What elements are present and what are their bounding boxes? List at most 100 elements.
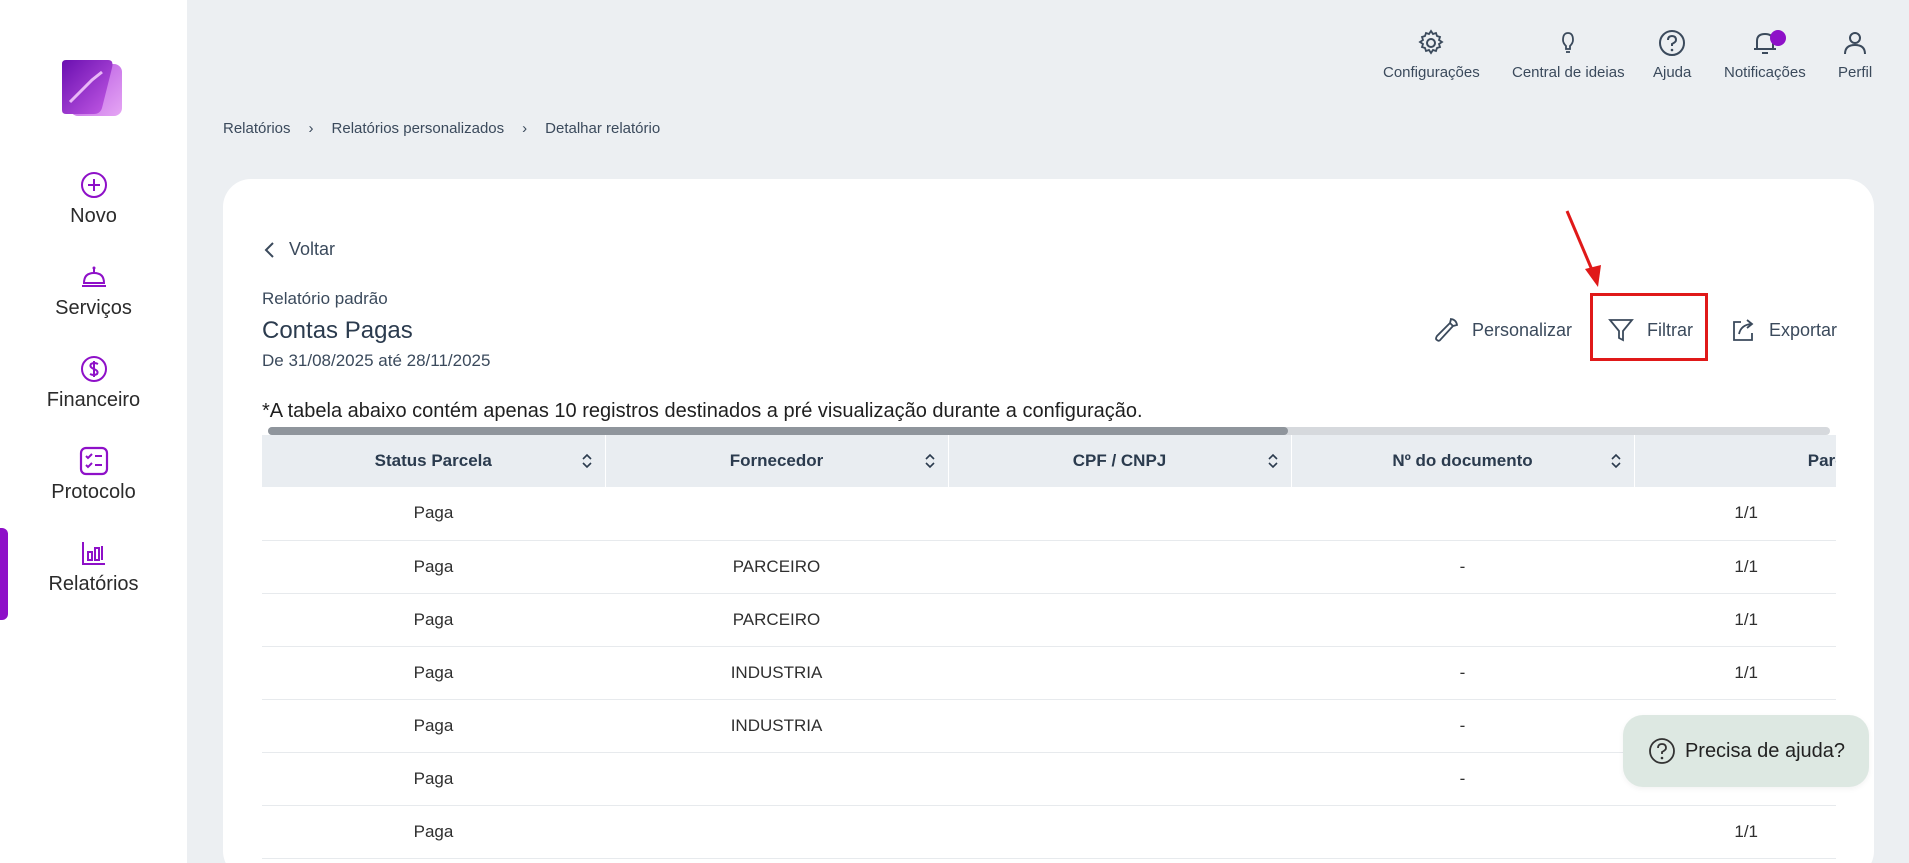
export-icon xyxy=(1733,319,1754,341)
cell-fornecedor: INDUSTRIA xyxy=(605,699,948,753)
cell-status: Paga xyxy=(262,540,605,594)
gear-icon xyxy=(1418,29,1444,55)
topbar-label: Configurações xyxy=(1383,64,1480,81)
plus-circle-icon xyxy=(80,172,107,198)
cell-cpf-cnpj xyxy=(948,805,1291,859)
breadcrumb: Relatórios › Relatórios personalizados ›… xyxy=(223,120,660,137)
table-row[interactable]: PagaINDUSTRIA-1/1 xyxy=(262,699,1836,753)
cell-documento: - xyxy=(1291,752,1634,806)
table-row[interactable]: Paga 1/1 xyxy=(262,487,1836,541)
cell-cpf-cnpj xyxy=(948,487,1291,541)
sidebar-item-label: Serviços xyxy=(55,297,132,319)
cell-parcela: 1/1 xyxy=(1634,540,1836,594)
sort-icon[interactable] xyxy=(1267,452,1279,470)
topbar-configuracoes[interactable]: Configurações xyxy=(1383,28,1480,81)
sort-icon[interactable] xyxy=(924,452,936,470)
cell-parcela: 1/1 xyxy=(1634,805,1836,859)
report-type: Relatório padrão xyxy=(262,289,388,308)
topbar-label: Ajuda xyxy=(1653,64,1692,81)
cell-status: Paga xyxy=(262,752,605,806)
scrollbar-thumb[interactable] xyxy=(268,427,1288,435)
breadcrumb-relatorios-personalizados[interactable]: Relatórios personalizados xyxy=(332,120,505,137)
cell-cpf-cnpj xyxy=(948,699,1291,753)
back-label: Voltar xyxy=(289,239,336,259)
cell-status: Paga xyxy=(262,593,605,647)
cell-parcela: 1/1 xyxy=(1634,487,1836,541)
filtrar-button[interactable]: Filtrar xyxy=(1607,316,1693,344)
dollar-circle-icon xyxy=(80,356,107,382)
cell-fornecedor xyxy=(605,805,948,859)
checklist-icon xyxy=(79,446,108,476)
cell-fornecedor: PARCEIRO xyxy=(605,540,948,594)
sort-icon[interactable] xyxy=(1610,452,1622,470)
bar-chart-icon xyxy=(81,542,105,565)
sidebar-item-label: Novo xyxy=(70,205,117,227)
topbar-ajuda[interactable]: Ajuda xyxy=(1653,28,1691,81)
help-label: Precisa de ajuda? xyxy=(1684,739,1846,762)
lightbulb-icon xyxy=(1562,32,1575,53)
sidebar-item-protocolo[interactable]: Protocolo xyxy=(0,446,187,504)
back-button[interactable]: Voltar xyxy=(263,239,335,260)
table-row[interactable]: PagaINDUSTRIA-1/1 xyxy=(262,646,1836,700)
exportar-label: Exportar xyxy=(1769,319,1838,340)
sidebar-item-label: Protocolo xyxy=(51,481,136,503)
sidebar-item-financeiro[interactable]: Financeiro xyxy=(0,354,187,412)
table-row[interactable]: Paga PARCEIRO 1/1 xyxy=(262,593,1836,647)
table-row[interactable]: Paga - xyxy=(262,752,1836,806)
service-bell-icon xyxy=(81,266,106,287)
preview-note: *A tabela abaixo contém apenas 10 regist… xyxy=(262,400,1143,422)
personalizar-button[interactable]: Personalizar xyxy=(1432,316,1572,344)
breadcrumb-relatorios[interactable]: Relatórios xyxy=(223,120,291,137)
sidebar-item-label: Relatórios xyxy=(48,573,139,595)
table-header-row: Status Parcela Fornecedor CPF / CNPJ Nº … xyxy=(262,435,1836,487)
sidebar: Novo Serviços Financeiro Protocolo Relat… xyxy=(0,0,187,863)
table-row[interactable]: Paga PARCEIRO -1/1 xyxy=(262,540,1836,594)
topbar-notificacoes[interactable]: Notificações xyxy=(1724,28,1806,81)
filtrar-label: Filtrar xyxy=(1647,319,1693,340)
topbar-central-ideias[interactable]: Central de ideias xyxy=(1512,28,1625,81)
filter-icon xyxy=(1608,319,1634,342)
column-header-parcela[interactable]: Parcela xyxy=(1634,435,1836,487)
annotation-arrow xyxy=(1563,207,1613,302)
chevron-left-icon xyxy=(264,241,274,258)
cell-documento xyxy=(1291,593,1634,647)
cell-documento xyxy=(1291,805,1634,859)
table-row[interactable]: Paga 1/1 xyxy=(262,805,1836,859)
page-title: Contas Pagas xyxy=(262,317,413,344)
topbar-perfil[interactable]: Perfil xyxy=(1838,28,1872,81)
cell-documento: - xyxy=(1291,699,1634,753)
cell-status: Paga xyxy=(262,487,605,541)
date-range: De 31/08/2025 até 28/11/2025 xyxy=(262,351,491,370)
cell-fornecedor: INDUSTRIA xyxy=(605,646,948,700)
report-table: Status Parcela Fornecedor CPF / CNPJ Nº … xyxy=(262,435,1836,863)
cell-fornecedor xyxy=(605,752,948,806)
cell-parcela: 1/1 xyxy=(1634,646,1836,700)
cell-fornecedor: PARCEIRO xyxy=(605,593,948,647)
column-header-fornecedor[interactable]: Fornecedor xyxy=(605,435,949,487)
column-header-cpf-cnpj[interactable]: CPF / CNPJ xyxy=(948,435,1292,487)
exportar-button[interactable]: Exportar xyxy=(1729,316,1837,344)
cell-cpf-cnpj xyxy=(948,540,1291,594)
sidebar-item-label: Financeiro xyxy=(46,389,141,411)
column-header-status[interactable]: Status Parcela xyxy=(262,435,606,487)
app-logo[interactable] xyxy=(62,58,124,118)
topbar-label: Notificações xyxy=(1724,64,1806,81)
help-chat-button[interactable]: Precisa de ajuda? xyxy=(1623,715,1869,787)
personalizar-label: Personalizar xyxy=(1472,319,1573,340)
help-circle-icon xyxy=(1649,738,1675,764)
sidebar-item-relatorios[interactable]: Relatórios xyxy=(0,538,187,596)
topbar-label: Perfil xyxy=(1838,64,1873,81)
cell-parcela: 1/1 xyxy=(1634,593,1836,647)
cell-documento: - xyxy=(1291,646,1634,700)
sidebar-item-servicos[interactable]: Serviços xyxy=(0,262,187,320)
sidebar-item-novo[interactable]: Novo xyxy=(0,170,187,228)
column-header-documento[interactable]: Nº do documento xyxy=(1291,435,1635,487)
wrench-icon xyxy=(1435,318,1459,342)
cell-documento xyxy=(1291,487,1634,541)
topbar-label: Central de ideias xyxy=(1512,64,1625,81)
user-icon xyxy=(1844,32,1867,55)
cell-status: Paga xyxy=(262,699,605,753)
cell-cpf-cnpj xyxy=(948,593,1291,647)
cell-status: Paga xyxy=(262,805,605,859)
sort-icon[interactable] xyxy=(581,452,593,470)
